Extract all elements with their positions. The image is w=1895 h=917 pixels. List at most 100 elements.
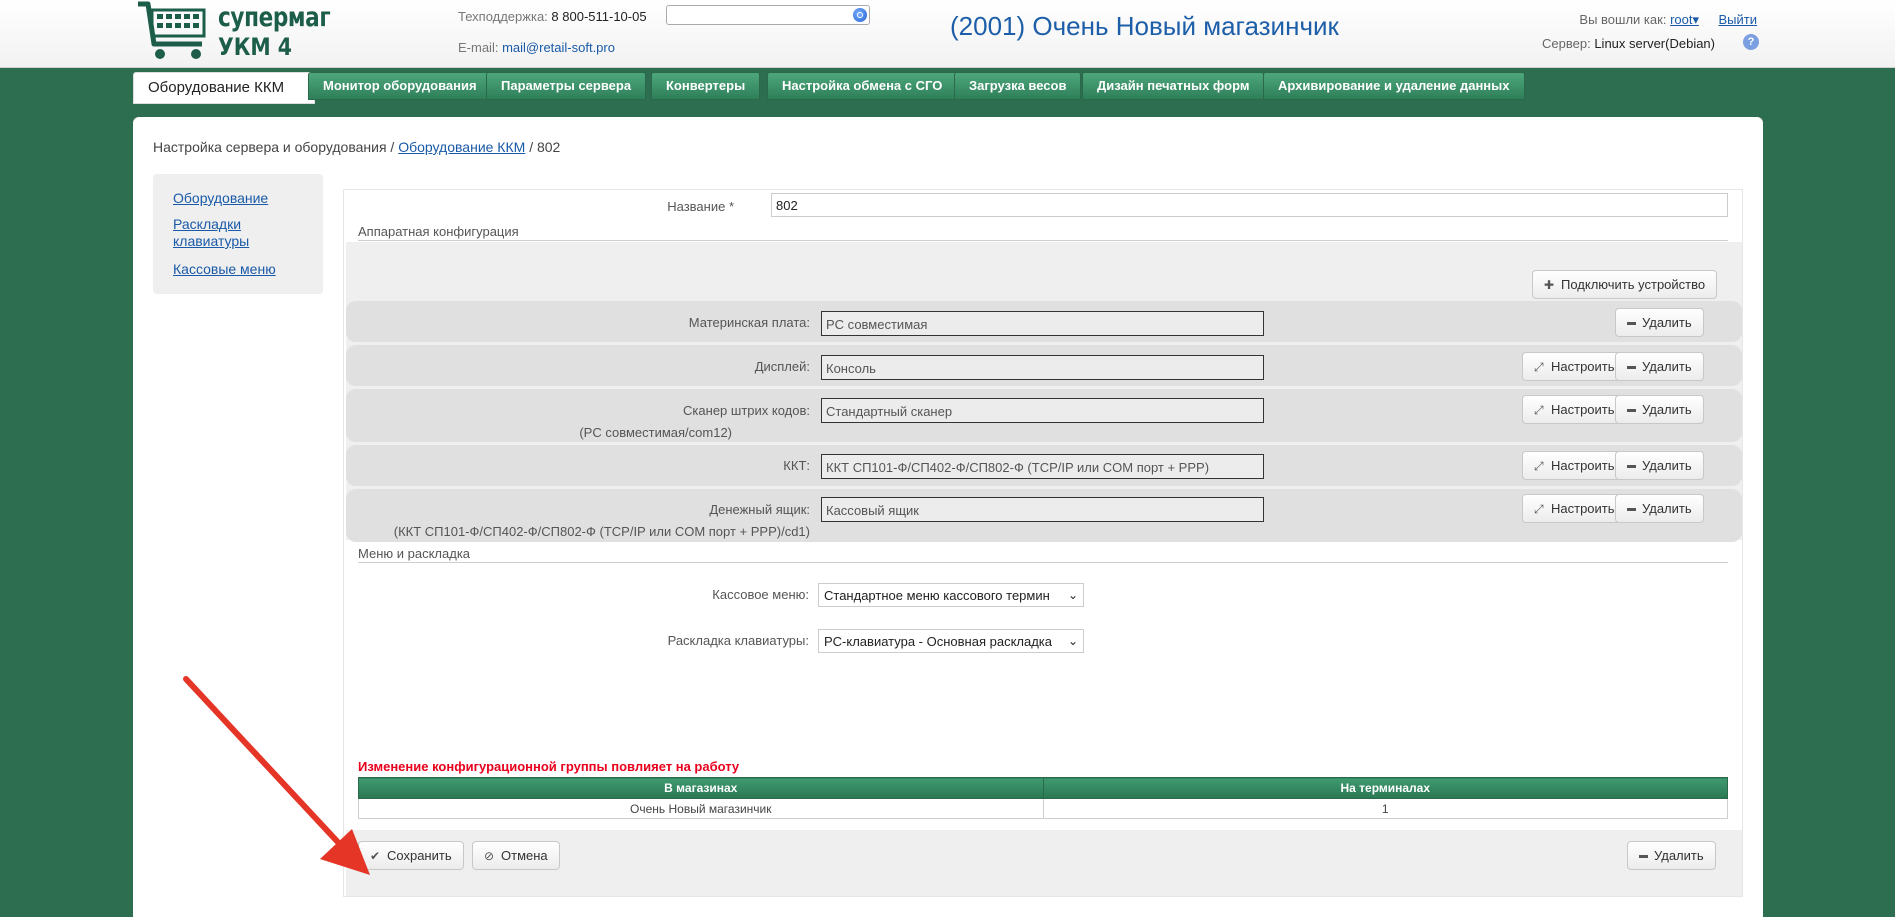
sidebar-item-cash-menus[interactable]: Кассовые меню — [173, 261, 303, 278]
logged-in-info: Вы вошли как: root▾ — [1579, 12, 1699, 28]
configure-device-button[interactable]: ⤢ Настроить — [1522, 451, 1627, 480]
plus-icon: ✚ — [1544, 278, 1555, 292]
delete-device-label: Удалить — [1642, 501, 1692, 516]
configure-device-label: Настроить — [1551, 458, 1615, 473]
device-label: Денежный ящик: — [709, 502, 810, 517]
delete-group-label: Удалить — [1654, 848, 1704, 863]
tab-server-params[interactable]: Параметры сервера — [486, 72, 647, 100]
search-icon[interactable] — [853, 8, 867, 22]
logo[interactable]: супермаг УКМ 4 — [136, 0, 336, 64]
support-info: Техподдержка: 8 800-511-10-05 — [458, 9, 647, 24]
user-name: root — [1670, 12, 1693, 27]
column-header: На терминалах — [1042, 777, 1728, 799]
delete-device-button[interactable]: Удалить — [1615, 395, 1704, 424]
device-label: Дисплей: — [754, 359, 810, 374]
breadcrumb-separator: / — [529, 139, 534, 155]
minus-icon — [1639, 855, 1648, 859]
breadcrumb: Настройка сервера и оборудования / Обору… — [153, 139, 560, 155]
sidebar-item-keyboard-layouts[interactable]: Раскладки клавиатуры — [173, 216, 283, 250]
cash-menu-value: Стандартное меню кассового термин — [824, 588, 1050, 603]
connect-device-button[interactable]: ✚ Подключить устройство — [1532, 270, 1718, 299]
configure-device-button[interactable]: ⤢ Настроить — [1522, 395, 1627, 424]
configure-device-label: Настроить — [1551, 359, 1615, 374]
delete-device-button[interactable]: Удалить — [1615, 352, 1704, 381]
configure-device-button[interactable]: ⤢ Настроить — [1522, 352, 1627, 381]
tab-sgo-exchange[interactable]: Настройка обмена с СГО — [767, 72, 958, 100]
delete-device-label: Удалить — [1642, 458, 1692, 473]
minus-icon — [1627, 366, 1636, 370]
menu-section-title: Меню и раскладка — [358, 546, 471, 561]
delete-device-label: Удалить — [1642, 359, 1692, 374]
delete-group-button[interactable]: Удалить — [1627, 841, 1716, 870]
pencil-icon: ⤢ — [1534, 360, 1544, 374]
column-header: В магазинах — [358, 777, 1044, 799]
email-label: E-mail: — [458, 40, 499, 55]
table-header-row: В магазинах На терминалах — [358, 777, 1728, 799]
keyboard-layout-select[interactable]: PC-клавиатура - Основная раскладка ⌄ — [818, 629, 1084, 653]
search-input[interactable] — [666, 5, 870, 25]
shop-title: (2001) Очень Новый магазинчик — [950, 11, 1339, 41]
server-label: Сервер: — [1542, 36, 1591, 51]
device-value: PC совместимая — [821, 311, 1264, 336]
device-value: Стандартный сканер — [821, 398, 1264, 423]
table-cell: 1 — [1042, 798, 1728, 819]
sidebar-item-equipment[interactable]: Оборудование — [173, 190, 303, 207]
section-divider — [358, 240, 1728, 241]
config-warning: Изменение конфигурационной группы повлия… — [358, 759, 740, 774]
minus-icon — [1627, 322, 1636, 326]
support-label: Техподдержка: — [458, 9, 548, 24]
email-link[interactable]: mail@retail-soft.pro — [502, 40, 615, 55]
configure-device-button[interactable]: ⤢ Настроить — [1522, 494, 1627, 523]
cancel-button[interactable]: ⊘ Отмена — [472, 841, 560, 870]
pencil-icon: ⤢ — [1534, 403, 1544, 417]
cart-icon — [138, 1, 206, 59]
hw-section-title: Аппаратная конфигурация — [358, 224, 519, 239]
equipment-form: Название * 802 Аппаратная конфигурация ✚… — [343, 189, 1743, 897]
device-label: ККТ: — [783, 458, 810, 473]
keyboard-layout-label: Раскладка клавиатуры: — [667, 633, 809, 648]
name-label: Название * — [667, 199, 734, 214]
device-label: Материнская плата: — [688, 315, 810, 330]
logout-link[interactable]: Выйти — [1719, 12, 1758, 27]
delete-device-button[interactable]: Удалить — [1615, 494, 1704, 523]
tab-archive-delete[interactable]: Архивирование и удаление данных — [1263, 72, 1525, 100]
logged-in-label: Вы вошли как: — [1579, 12, 1667, 27]
connect-device-label: Подключить устройство — [1561, 277, 1706, 292]
breadcrumb-link[interactable]: Оборудование ККМ — [398, 139, 525, 155]
cancel-label: Отмена — [501, 848, 548, 863]
device-subtitle: (PC совместимая/com12) — [579, 425, 732, 440]
minus-icon — [1627, 409, 1636, 413]
tab-kkm-equipment[interactable]: Оборудование ККМ — [133, 72, 315, 104]
table-row: Очень Новый магазинчик 1 — [358, 798, 1728, 819]
configure-device-label: Настроить — [1551, 402, 1615, 417]
tab-converters[interactable]: Конвертеры — [651, 72, 761, 100]
delete-device-label: Удалить — [1642, 402, 1692, 417]
usage-table: В магазинах На терминалах Очень Новый ма… — [358, 777, 1728, 819]
keyboard-layout-value: PC-клавиатура - Основная раскладка — [824, 634, 1053, 649]
delete-device-button[interactable]: Удалить — [1615, 308, 1704, 337]
minus-icon — [1627, 508, 1636, 512]
logo-text: супермаг — [218, 2, 331, 33]
chevron-down-icon: ▾ — [1692, 12, 1699, 27]
chevron-down-icon: ⌄ — [1064, 634, 1078, 648]
server-value: Linux server(Debian) — [1594, 36, 1715, 51]
tab-equipment-monitor[interactable]: Монитор оборудования — [308, 72, 492, 100]
support-phone: 8 800-511-10-05 — [551, 9, 647, 24]
annotation-arrow-icon — [183, 676, 370, 875]
user-menu[interactable]: root▾ — [1670, 12, 1699, 27]
chevron-down-icon: ⌄ — [1064, 588, 1078, 602]
table-cell: Очень Новый магазинчик — [358, 798, 1044, 819]
device-value: Кассовый ящик — [821, 497, 1264, 522]
cash-menu-select[interactable]: Стандартное меню кассового термин ⌄ — [818, 583, 1084, 607]
section-divider — [358, 562, 1728, 563]
tab-print-design[interactable]: Дизайн печатных форм — [1082, 72, 1265, 100]
name-field[interactable]: 802 — [771, 193, 1728, 217]
tab-scales-upload[interactable]: Загрузка весов — [954, 72, 1082, 100]
logo-subtext: УКМ 4 — [218, 33, 293, 61]
pencil-icon: ⤢ — [1534, 459, 1544, 473]
help-icon[interactable]: ? — [1743, 34, 1759, 50]
email-info: E-mail: mail@retail-soft.pro — [458, 40, 615, 55]
delete-device-button[interactable]: Удалить — [1615, 451, 1704, 480]
server-info: Сервер: Linux server(Debian) — [1542, 36, 1715, 51]
cash-menu-label: Кассовое меню: — [712, 587, 809, 602]
